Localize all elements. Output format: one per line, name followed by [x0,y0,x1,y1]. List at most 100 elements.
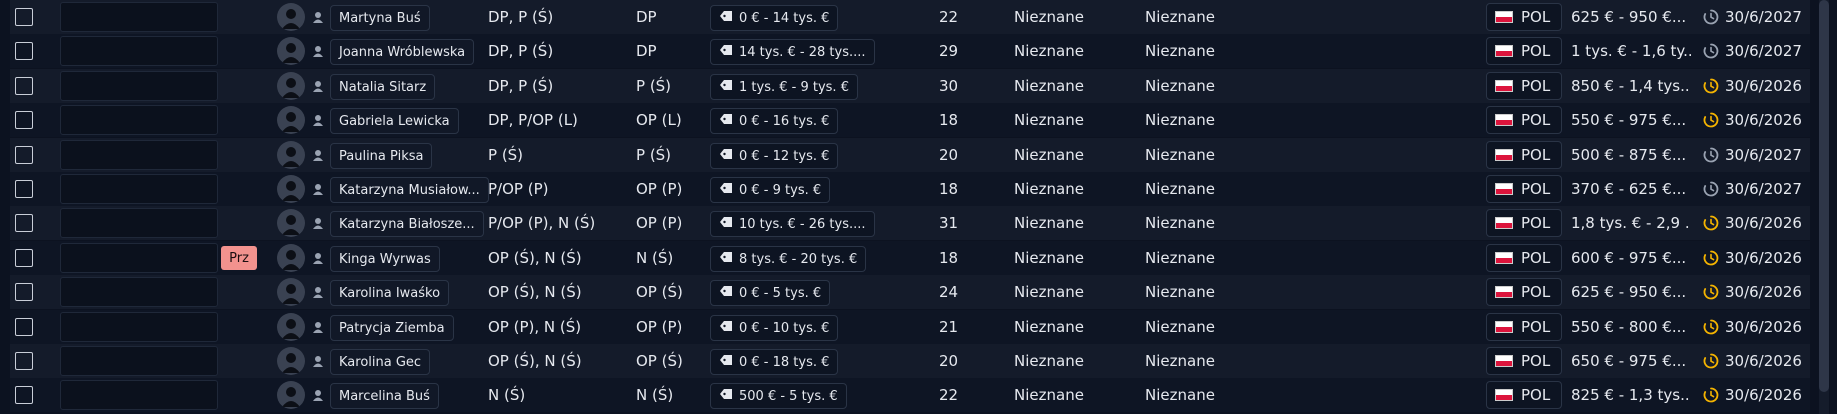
table-row[interactable]: Gabriela Lewicka DP, P/OP (L) OP (L) 0 €… [10,103,1810,137]
notes-field[interactable] [60,105,218,135]
nationality[interactable]: POL [1486,3,1562,31]
scrollbar-thumb[interactable] [1819,0,1829,392]
nation-code: POL [1521,77,1551,95]
player-name[interactable]: Martyna Buś [330,5,430,31]
price-tag-icon [719,251,733,267]
notes-field[interactable] [60,71,218,101]
nationality[interactable]: POL [1486,278,1562,306]
nationality[interactable]: POL [1486,347,1562,375]
transfer-value-text: 0 € - 18 tys. € [739,354,830,370]
nationality[interactable]: POL [1486,72,1562,100]
notes-field[interactable] [60,277,218,307]
player-name[interactable]: Gabriela Lewicka [330,108,459,134]
attribute-column-2: Nieznane [1145,352,1215,370]
wage: 600 € - 975 €... [1571,249,1687,267]
transfer-value[interactable]: 0 € - 16 tys. € [710,108,839,134]
nationality[interactable]: POL [1486,37,1562,65]
nationality[interactable]: POL [1486,141,1562,169]
positions: N (Ś) [488,386,526,404]
notes-field[interactable] [60,174,218,204]
nationality[interactable]: POL [1486,244,1562,272]
transfer-value[interactable]: 500 € - 5 tys. € [710,383,847,409]
price-tag-icon [719,79,733,95]
positions: DP, P (Ś) [488,42,554,60]
positions: DP, P (Ś) [488,8,554,26]
table-row[interactable]: Paulina Piksa P (Ś) P (Ś) 0 € - 12 tys. … [10,138,1810,172]
transfer-value[interactable]: 8 tys. € - 20 tys. € [710,246,867,272]
transfer-value[interactable]: 14 tys. € - 28 tys.... [710,39,875,65]
table-row[interactable]: Marcelina Buś N (Ś) N (Ś) 500 € - 5 tys.… [10,378,1810,412]
contract-expiry: 30/6/2026 [1725,77,1802,95]
row-select-checkbox[interactable] [15,352,33,370]
table-row[interactable]: Natalia Sitarz DP, P (Ś) P (Ś) 1 tys. € … [10,69,1810,103]
player-name[interactable]: Joanna Wróblewska [330,39,475,65]
player-name[interactable]: Karolina Iwaśko [330,280,450,306]
player-silhouette-icon [277,106,305,134]
player-name[interactable]: Paulina Piksa [330,143,433,169]
player-name[interactable]: Karolina Gec [330,349,431,375]
player-silhouette-icon [277,313,305,341]
attribute-column-1: Nieznane [1014,180,1084,198]
player-name[interactable]: Katarzyna Białosze... [330,211,484,237]
nation-code: POL [1521,42,1551,60]
table-row[interactable]: Karolina Gec OP (Ś), N (Ś) OP (Ś) 0 € - … [10,344,1810,378]
notes-field[interactable] [60,2,218,32]
table-row[interactable]: Katarzyna Musiałow... P/OP (P) OP (P) 0 … [10,172,1810,206]
row-select-checkbox[interactable] [15,386,33,404]
transfer-value[interactable]: 0 € - 14 tys. € [710,5,839,31]
row-select-checkbox[interactable] [15,318,33,336]
best-position: N (Ś) [636,386,674,404]
age: 31 [939,214,959,232]
player-name[interactable]: Marcelina Buś [330,383,439,409]
notes-field[interactable] [60,140,218,170]
nationality[interactable]: POL [1486,175,1562,203]
nationality[interactable]: POL [1486,106,1562,134]
attribute-column-2: Nieznane [1145,214,1215,232]
player-name[interactable]: Kinga Wyrwas [330,246,440,272]
table-row[interactable]: Patrycja Ziemba OP (P), N (Ś) OP (P) 0 €… [10,310,1810,344]
person-icon [309,344,327,378]
notes-field[interactable] [60,380,218,410]
table-row[interactable]: Karolina Iwaśko OP (Ś), N (Ś) OP (Ś) 0 €… [10,275,1810,309]
player-silhouette-icon [277,37,305,65]
row-select-checkbox[interactable] [15,146,33,164]
transfer-value[interactable]: 0 € - 10 tys. € [710,315,839,341]
poland-flag-icon [1495,286,1513,298]
table-row[interactable]: Martyna Buś DP, P (Ś) DP 0 € - 14 tys. €… [10,0,1810,34]
notes-field[interactable] [60,346,218,376]
transfer-value[interactable]: 0 € - 18 tys. € [710,349,839,375]
table-row[interactable]: Katarzyna Białosze... P/OP (P), N (Ś) OP… [10,206,1810,240]
row-select-checkbox[interactable] [15,283,33,301]
nationality[interactable]: POL [1486,313,1562,341]
player-name[interactable]: Natalia Sitarz [330,74,436,100]
row-select-checkbox[interactable] [15,180,33,198]
nation-code: POL [1521,283,1551,301]
nationality[interactable]: POL [1486,381,1562,409]
notes-field[interactable] [60,208,218,238]
table-row[interactable]: Prz Kinga Wyrwas OP (Ś), N (Ś) N (Ś) 8 t… [10,241,1810,275]
transfer-value[interactable]: 10 tys. € - 26 tys.... [710,211,875,237]
row-select-checkbox[interactable] [15,8,33,26]
notes-field[interactable] [60,36,218,66]
notes-field[interactable] [60,312,218,342]
row-select-checkbox[interactable] [15,214,33,232]
table-row[interactable]: Joanna Wróblewska DP, P (Ś) DP 14 tys. €… [10,34,1810,68]
row-select-checkbox[interactable] [15,42,33,60]
row-select-checkbox[interactable] [15,249,33,267]
nationality[interactable]: POL [1486,209,1562,237]
players-table: Martyna Buś DP, P (Ś) DP 0 € - 14 tys. €… [0,0,1837,414]
row-select-checkbox[interactable] [15,111,33,129]
price-tag-icon [719,285,733,301]
notes-field[interactable] [60,243,218,273]
transfer-value[interactable]: 1 tys. € - 9 tys. € [710,74,858,100]
player-name[interactable]: Patrycja Ziemba [330,315,454,341]
price-tag-icon [719,113,733,129]
transfer-value[interactable]: 0 € - 5 tys. € [710,280,831,306]
row-select-checkbox[interactable] [15,77,33,95]
wage: 825 € - 1,3 tys.... [1571,386,1691,404]
transfer-value[interactable]: 0 € - 9 tys. € [710,177,831,203]
transfer-value[interactable]: 0 € - 12 tys. € [710,143,839,169]
attribute-column-1: Nieznane [1014,42,1084,60]
age: 22 [939,386,959,404]
player-name[interactable]: Katarzyna Musiałow... [330,177,489,203]
